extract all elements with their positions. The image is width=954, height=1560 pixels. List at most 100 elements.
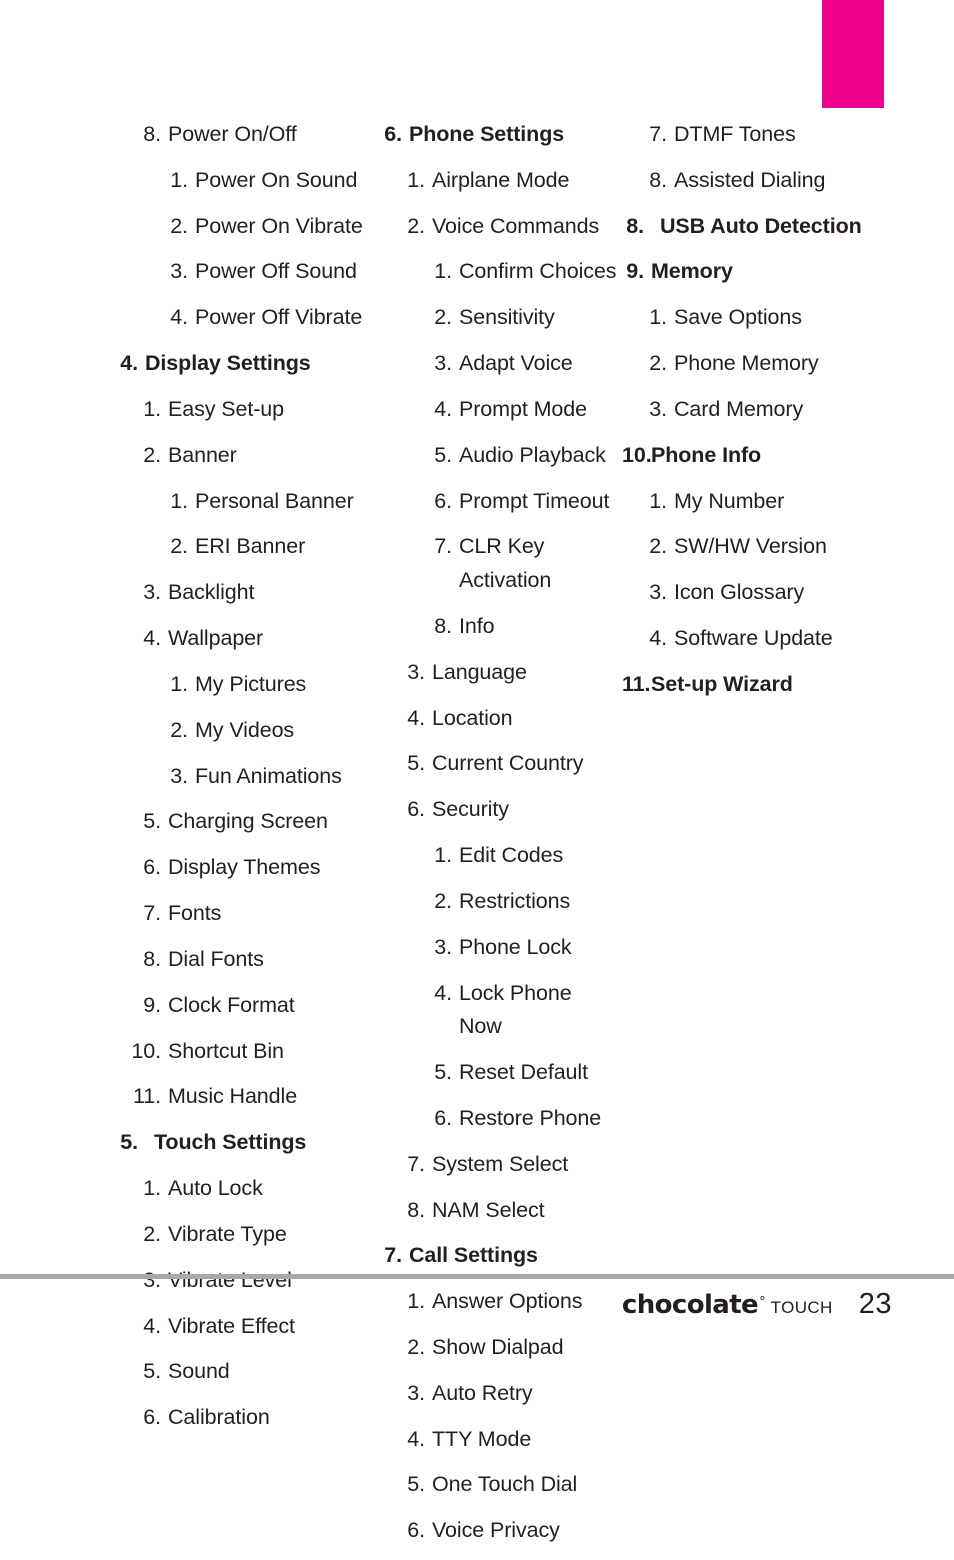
toc-entry-number: 1. [170,671,188,696]
toc-entry: 1. Power On Sound [116,164,366,198]
toc-entry: 5. One Touch Dial [380,1468,620,1502]
toc-entry-number: 7. [143,901,161,926]
toc-entry: 3. Language [380,656,620,690]
toc-entry-number: 3. [649,580,667,605]
toc-entry: 9. Memory [622,255,882,289]
toc-entry-number: 5. [143,809,161,834]
toc-entry-number: 2. [407,213,425,238]
toc-entry-number: 1. [434,259,452,284]
toc-entry-number: 3. [407,659,425,684]
toc-entry-number: 6. [384,122,402,146]
toc-entry: 8. NAM Select [380,1194,620,1228]
toc-entry-number: 8. [649,167,667,192]
toc-entry-label: Touch Settings [154,1130,307,1155]
toc-entry-label: USB Auto Detection [660,213,862,238]
toc-entry: 8. Power On/Off [116,118,366,152]
toc-entry-label: Call Settings [409,1243,538,1268]
toc-entry-number: 4. [649,626,667,651]
brand-logo-touch: TOUCH [770,1298,833,1317]
toc-entry-number: 6. [407,797,425,822]
toc-entry: 7. CLR Key Activation [380,530,620,597]
toc-entry-number: 10. [622,442,652,467]
toc-entry-number: 4. [407,705,425,730]
toc-entry-number: 2. [143,442,161,467]
toc-entry: 10. Shortcut Bin [116,1035,366,1069]
toc-entry: 2. Vibrate Type [116,1218,366,1252]
toc-entry-number: 8. [407,1197,425,1222]
toc-entry: 11. Set-up Wizard [622,668,882,702]
toc-entry-number: 4. [407,1426,425,1451]
toc-entry: 11. Music Handle [116,1080,366,1114]
toc-entry-number: 2. [170,717,188,742]
toc-entry: 1. Save Options [622,301,882,335]
toc-entry: 3. Backlight [116,576,366,610]
toc-entry: 2. Sensitivity [380,301,620,335]
brand-logo-chocolate: chocolate [621,1290,759,1320]
toc-entry: 6. Voice Privacy [380,1514,620,1548]
toc-entry-number: 1. [649,488,667,513]
toc-entry-label: Phone Info [651,442,762,467]
toc-entry-number: 5. [143,1359,161,1384]
toc-entry-number: 2. [649,351,667,376]
toc-entry: 1. Confirm Choices [380,255,620,289]
toc-entry: 2. SW/HW Version [622,530,882,564]
toc-entry: 1. Edit Codes [380,839,620,873]
toc-entry-number: 7. [649,122,667,146]
toc-entry: 4. Prompt Mode [380,393,620,427]
toc-entry: 3. Phone Lock [380,931,620,965]
toc-entry: 4. Display Settings [116,347,366,381]
toc-entry-number: 4. [170,305,188,330]
toc-entry: 7. Call Settings [380,1239,620,1273]
toc-entry: 4. TTY Mode [380,1423,620,1457]
toc-entry-number: 8. [626,213,644,238]
toc-entry-number: 6. [434,488,452,513]
toc-entry: 1. Auto Lock [116,1172,366,1206]
toc-entry: 2. Voice Commands [380,210,620,244]
toc-column-1: 8. Power On/Off 1. Power On Sound 2. Power On… [116,118,366,1447]
toc-entry: 5. Reset Default [380,1056,620,1090]
toc-entry: 4. Location [380,702,620,736]
toc-entry: 3. Auto Retry [380,1377,620,1411]
toc-entry-number: 5. [407,1472,425,1497]
toc-entry: 3. Fun Animations [116,760,366,794]
toc-entry-number: 1. [170,167,188,192]
toc-entry-number: 4. [143,626,161,651]
toc-entry-number: 4. [434,980,452,1005]
toc-entry-number: 6. [143,1405,161,1430]
toc-entry: 4. Wallpaper [116,622,366,656]
toc-entry-label: Phone Settings [409,122,565,146]
toc-entry: 5. Touch Settings [116,1126,366,1160]
toc-entry: 7. DTMF Tones [622,118,882,152]
toc-entry-number: 3. [434,351,452,376]
toc-entry: 2. Phone Memory [622,347,882,381]
toc-entry: 6. Display Themes [116,851,366,885]
toc-entry: 3. Power Off Sound [116,255,366,289]
toc-entry: 5. Current Country [380,747,620,781]
toc-entry-number: 2. [143,1221,161,1246]
toc-entry: 2. Restrictions [380,885,620,919]
toc-entry: 6. Calibration [116,1401,366,1435]
toc-entry: 6. Prompt Timeout [380,485,620,519]
toc-entry: 3. Icon Glossary [622,576,882,610]
toc-entry: 4. Lock Phone Now [380,977,620,1044]
toc-entry: 2. My Videos [116,714,366,748]
toc-entry: 3. Adapt Voice [380,347,620,381]
toc-entry: 5. Sound [116,1355,366,1389]
toc-entry: 2. ERI Banner [116,530,366,564]
toc-entry: 6. Phone Settings [380,118,620,152]
toc-entry-label: Memory [651,259,733,284]
toc-entry-number: 10. [131,1038,161,1063]
toc-entry: 1. Personal Banner [116,485,366,519]
toc-entry: 1. Easy Set-up [116,393,366,427]
toc-entry-number: 7. [434,534,452,559]
toc-entry-number: 2. [434,888,452,913]
toc-entry-number: 1. [434,843,452,868]
toc-entry: 3. Card Memory [622,393,882,427]
toc-entry-number: 4. [434,396,452,421]
toc-entry-number: 8. [434,613,452,638]
toc-entry-number: 3. [170,763,188,788]
toc-entry-number: 2. [434,305,452,330]
toc-entry-number: 1. [143,1176,161,1201]
toc-entry: 6. Restore Phone [380,1102,620,1136]
toc-entry-number: 1. [143,396,161,421]
